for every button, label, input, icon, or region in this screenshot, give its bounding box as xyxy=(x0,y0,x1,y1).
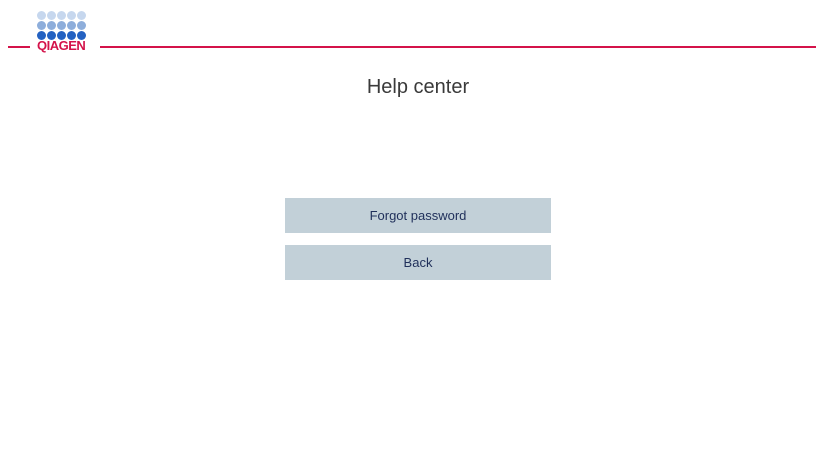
page-title: Help center xyxy=(366,76,470,98)
header-divider-left xyxy=(8,46,30,48)
logo-dots xyxy=(37,11,91,40)
logo-dot xyxy=(77,11,86,20)
header-divider-right xyxy=(100,46,816,48)
logo-dot xyxy=(37,11,46,20)
logo-dot xyxy=(37,21,46,30)
logo-wordmark: QIAGEN xyxy=(37,38,86,53)
logo-dot xyxy=(57,11,66,20)
qiagen-logo: QIAGEN xyxy=(37,11,91,59)
logo-dot xyxy=(57,21,66,30)
logo-dot xyxy=(67,11,76,20)
logo-dot xyxy=(77,21,86,30)
logo-dot xyxy=(67,21,76,30)
app-header: QIAGEN xyxy=(0,0,816,60)
forgot-password-button[interactable]: Forgot password xyxy=(285,198,551,233)
logo-dot xyxy=(47,21,56,30)
back-button[interactable]: Back xyxy=(285,245,551,280)
logo-dot xyxy=(47,11,56,20)
